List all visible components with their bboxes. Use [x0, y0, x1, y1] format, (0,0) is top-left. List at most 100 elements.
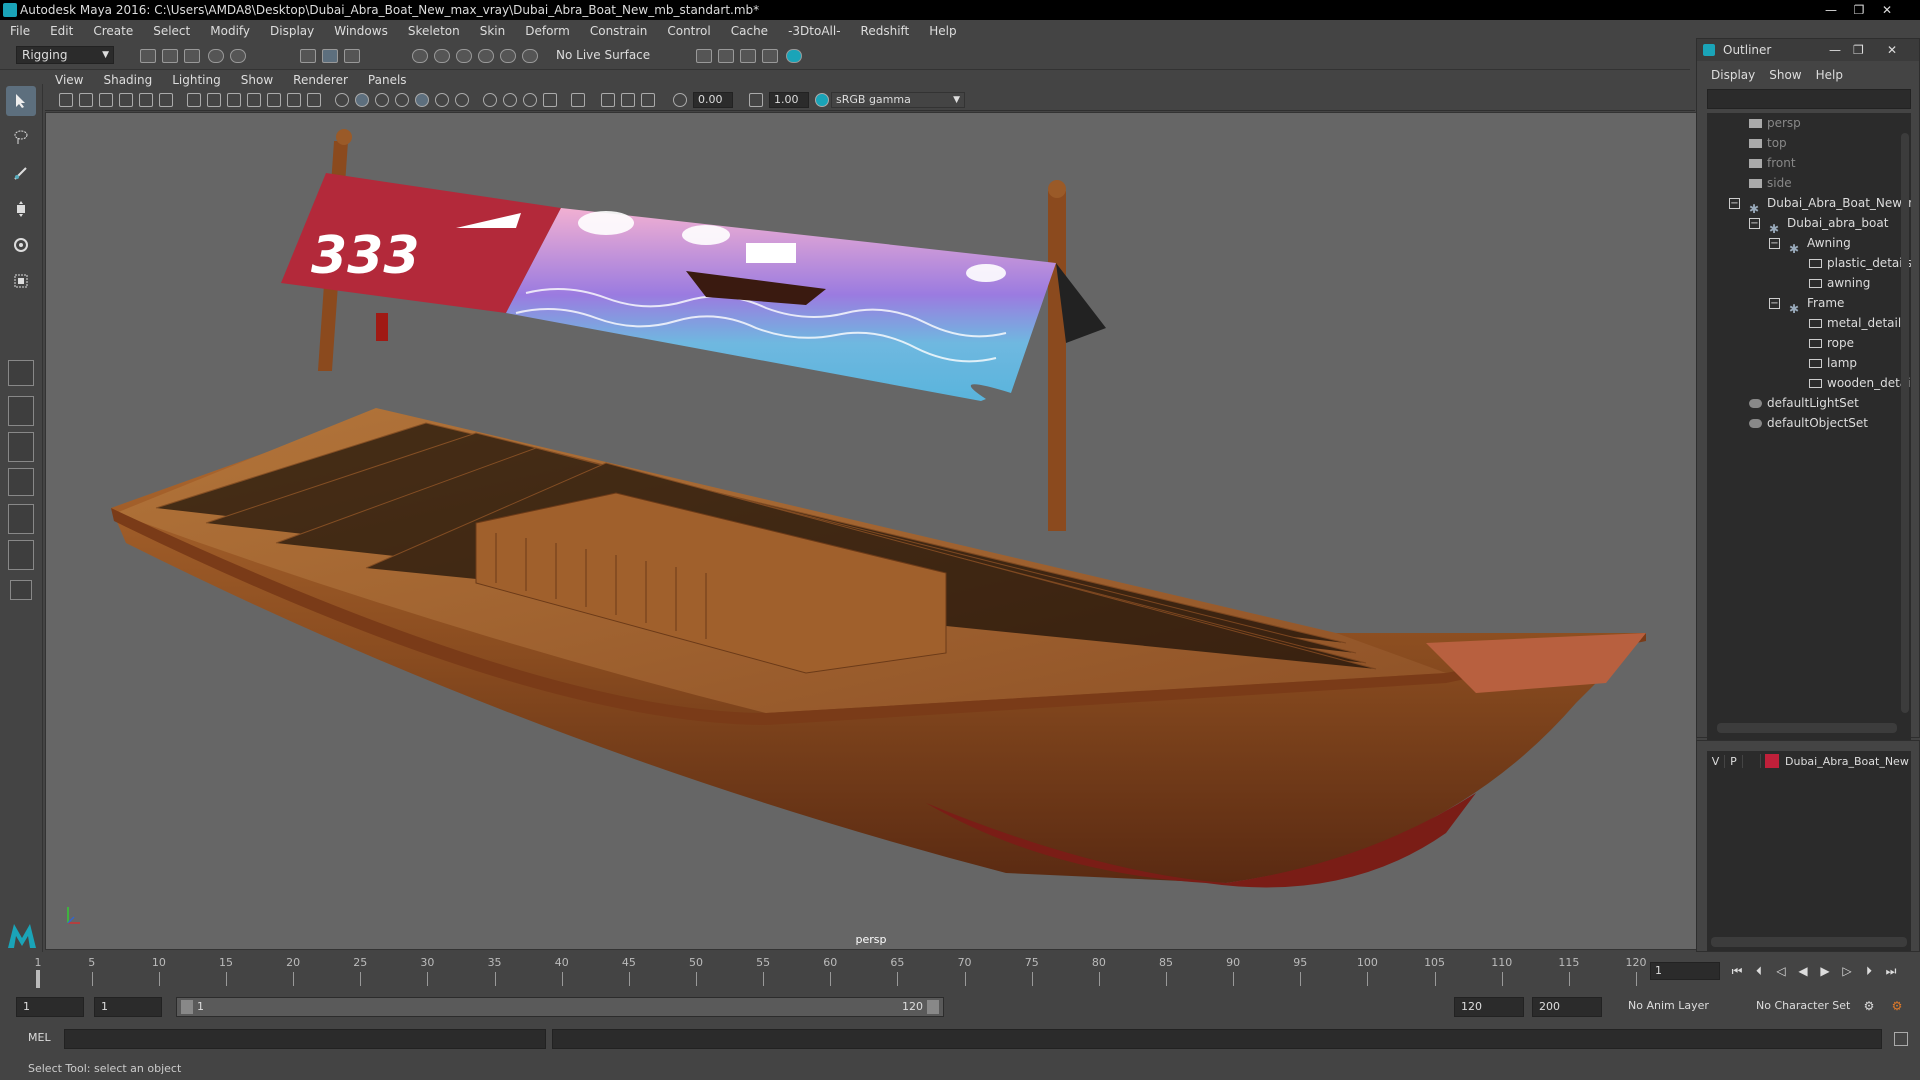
backface-culling-icon[interactable] [543, 93, 557, 107]
time-ruler[interactable]: 1 5 10 15 20 25 30 35 40 45 50 55 60 65 70 75 80 85 90 95 10… [28, 952, 1647, 988]
four-view-layout-icon[interactable] [8, 432, 34, 462]
outliner-menu-display[interactable]: Display [1711, 65, 1755, 85]
select-component-icon[interactable] [344, 49, 360, 63]
snap-curve-icon[interactable] [434, 49, 450, 63]
xray-joints-icon[interactable] [523, 93, 537, 107]
scene-end-field[interactable]: 200 [1532, 997, 1602, 1017]
exposure-field[interactable]: 0.00 [693, 92, 733, 108]
character-set-dropdown[interactable]: No Character Set [1750, 997, 1866, 1017]
collapse-icon[interactable]: − [1749, 218, 1760, 229]
scene-start-field[interactable]: 1 [16, 997, 84, 1017]
outliner-item-default-light-set[interactable]: defaultLightSet [1749, 393, 1859, 413]
menu-skeleton[interactable]: Skeleton [408, 24, 460, 38]
motion-blur-icon[interactable] [641, 93, 655, 107]
outliner-menu-show[interactable]: Show [1769, 65, 1801, 85]
outliner-item-awning-group[interactable]: ✱ Awning [1789, 233, 1851, 256]
menu-constrain[interactable]: Constrain [590, 24, 648, 38]
color-management-icon[interactable] [815, 93, 829, 107]
single-view-layout-icon[interactable] [8, 396, 34, 426]
outliner-item-plastic-details[interactable]: plastic_details [1809, 253, 1911, 273]
save-scene-icon[interactable] [184, 49, 200, 63]
panel-menu-lighting[interactable]: Lighting [172, 73, 221, 87]
outliner-search-field[interactable] [1707, 89, 1911, 109]
auto-key-icon[interactable]: ⚙ [1862, 999, 1876, 1013]
resolution-gate-icon[interactable] [227, 93, 241, 107]
collapse-icon[interactable]: − [1769, 298, 1780, 309]
layer-name[interactable]: Dubai_Abra_Boat_New [1785, 755, 1909, 768]
layer-type-toggle[interactable] [1743, 754, 1761, 768]
camera-attributes-icon[interactable] [79, 93, 93, 107]
menu-control[interactable]: Control [667, 24, 710, 38]
render-view-icon[interactable] [696, 49, 712, 63]
outliner-item-side[interactable]: side [1749, 173, 1792, 193]
hypershade-icon[interactable] [786, 49, 802, 63]
snap-grid-icon[interactable] [412, 49, 428, 63]
persp-outliner-layout-icon[interactable] [8, 468, 34, 496]
outliner-item-lamp[interactable]: lamp [1809, 353, 1857, 373]
grease-pencil-icon[interactable] [159, 93, 173, 107]
outliner-item-top[interactable]: top [1749, 133, 1787, 153]
outliner-maximize-button[interactable]: ❐ [1853, 39, 1864, 61]
snap-view-icon[interactable] [478, 49, 494, 63]
bookmark-icon[interactable] [99, 93, 113, 107]
step-back-frame-icon[interactable]: ◁ [1774, 964, 1788, 978]
outliner-horizontal-scrollbar[interactable] [1717, 723, 1897, 733]
last-tool-icon[interactable] [8, 360, 34, 386]
more-layouts-icon[interactable] [10, 580, 32, 600]
2d-pan-zoom-icon[interactable] [139, 93, 153, 107]
wireframe-on-shaded-icon[interactable] [375, 93, 389, 107]
move-tool-button[interactable] [6, 194, 36, 224]
wireframe-icon[interactable] [335, 93, 349, 107]
menu-help[interactable]: Help [929, 24, 956, 38]
safe-title-icon[interactable] [307, 93, 321, 107]
go-to-end-icon[interactable]: ⏭ [1884, 964, 1898, 978]
grid-icon[interactable] [187, 93, 201, 107]
shadows-icon[interactable] [435, 93, 449, 107]
render-frame-icon[interactable] [718, 49, 734, 63]
isolate-select-icon[interactable] [483, 93, 497, 107]
menu-3dtoall[interactable]: -3DtoAll- [788, 24, 840, 38]
outliner-item-persp[interactable]: persp [1749, 113, 1801, 133]
script-editor-icon[interactable] [1894, 1032, 1908, 1046]
outliner-item-awning[interactable]: awning [1809, 273, 1870, 293]
current-frame-field[interactable]: 1 [1650, 962, 1720, 980]
range-slider-left-handle[interactable] [181, 1000, 193, 1014]
menu-file[interactable]: File [10, 24, 30, 38]
redo-icon[interactable] [230, 49, 246, 63]
ambient-occlusion-icon[interactable] [455, 93, 469, 107]
outliner-menu-help[interactable]: Help [1816, 65, 1843, 85]
camera-sequencer-icon[interactable] [601, 93, 615, 107]
preferences-icon[interactable]: ⚙ [1890, 999, 1904, 1013]
outliner-item-frame-group[interactable]: ✱ Frame [1789, 293, 1844, 316]
collapse-icon[interactable]: − [1769, 238, 1780, 249]
outliner-vertical-scrollbar[interactable] [1901, 133, 1909, 713]
command-input[interactable] [64, 1029, 546, 1049]
outliner-item-front[interactable]: front [1749, 153, 1796, 173]
ipr-render-icon[interactable] [740, 49, 756, 63]
render-settings-icon[interactable] [762, 49, 778, 63]
textured-icon[interactable] [395, 93, 409, 107]
maximize-button[interactable]: ❐ [1846, 1, 1872, 19]
close-button[interactable]: ✕ [1874, 1, 1900, 19]
gamma-field[interactable]: 1.00 [769, 92, 809, 108]
safe-action-icon[interactable] [287, 93, 301, 107]
menu-redshift[interactable]: Redshift [861, 24, 910, 38]
outliner-minimize-button[interactable]: — [1829, 39, 1841, 61]
menu-cache[interactable]: Cache [731, 24, 768, 38]
select-camera-icon[interactable] [59, 93, 73, 107]
range-slider-right-handle[interactable] [927, 1000, 939, 1014]
command-language-label[interactable]: MEL [28, 1031, 51, 1044]
paint-select-tool-button[interactable] [6, 158, 36, 188]
hypershade-layout-icon[interactable] [8, 540, 34, 570]
image-plane-icon[interactable] [119, 93, 133, 107]
layer-color-swatch[interactable] [1765, 754, 1779, 768]
current-time-marker[interactable] [36, 970, 40, 988]
menu-modify[interactable]: Modify [210, 24, 250, 38]
xray-icon[interactable] [503, 93, 517, 107]
layer-horizontal-scrollbar[interactable] [1711, 937, 1907, 947]
perspective-viewport[interactable]: 333 persp [45, 112, 1697, 950]
gate-mask-icon[interactable] [247, 93, 261, 107]
step-back-key-icon[interactable]: ⏴ [1752, 964, 1766, 978]
depth-of-field-icon[interactable] [621, 93, 635, 107]
menu-create[interactable]: Create [93, 24, 133, 38]
